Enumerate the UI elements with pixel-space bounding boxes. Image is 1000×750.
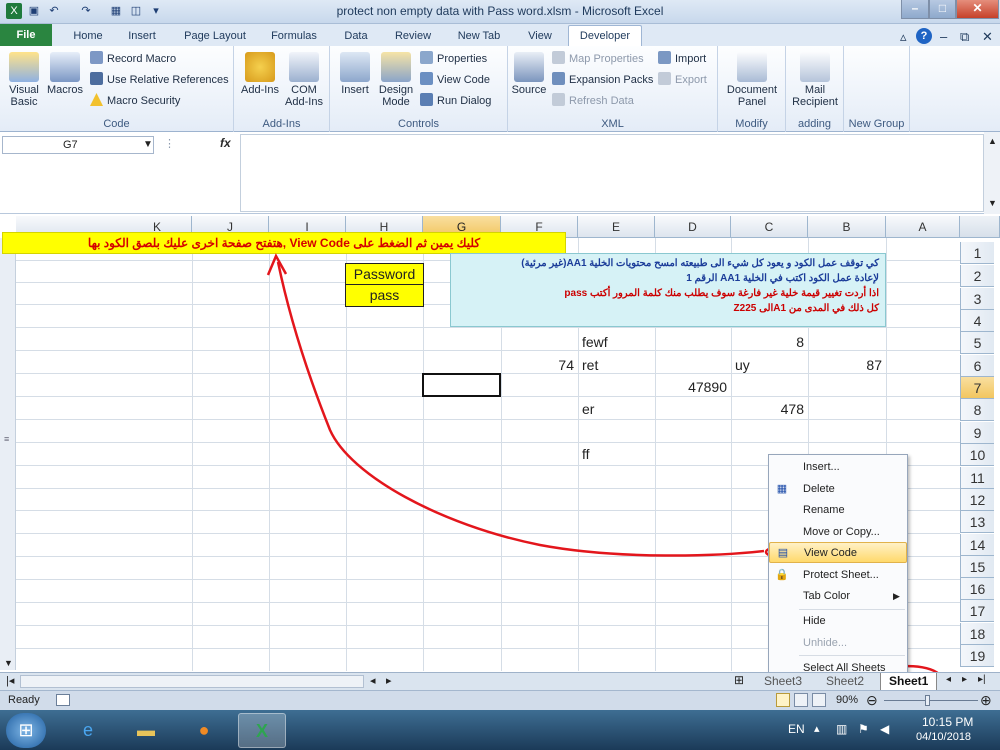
- menu-delete[interactable]: ▦ Delete: [769, 479, 907, 500]
- scroll-right-icon[interactable]: ▸: [386, 674, 392, 687]
- page-break-view-icon[interactable]: [812, 693, 826, 707]
- page-layout-view-icon[interactable]: [794, 693, 808, 707]
- menu-rename-label: Rename: [803, 504, 845, 516]
- annotation-arrow-line: [276, 261, 765, 557]
- clock-date[interactable]: 04/10/2018: [916, 731, 971, 743]
- first-sheet-icon[interactable]: |◂: [6, 674, 14, 687]
- clock-time[interactable]: 10:15 PM: [922, 715, 973, 729]
- windows-taskbar: ⊞ e ▬ ● X EN ▴ ▥ ⚑ ◀ 10:15 PM 04/10/2018: [0, 710, 1000, 750]
- annotation-arrowhead: [266, 253, 288, 276]
- horizontal-scrollbar[interactable]: [20, 675, 364, 688]
- submenu-arrow-icon: ▶: [893, 591, 900, 601]
- tray-expand-icon[interactable]: ▴: [814, 722, 820, 735]
- network-icon[interactable]: ▥: [836, 722, 847, 736]
- delete-sheet-icon: ▦: [776, 483, 788, 495]
- menu-move-copy[interactable]: Move or Copy...: [769, 522, 907, 543]
- view-code-icon: ▤: [777, 547, 789, 559]
- menu-insert[interactable]: Insert...: [769, 457, 907, 478]
- zoom-slider[interactable]: [884, 700, 978, 701]
- menu-unhide[interactable]: Unhide...: [769, 633, 907, 654]
- menu-hide-label: Hide: [803, 615, 826, 627]
- lock-icon: 🔒: [775, 569, 789, 581]
- status-ready: Ready: [8, 694, 40, 706]
- zoom-in-icon[interactable]: ⊕: [980, 691, 992, 710]
- menu-rename[interactable]: Rename: [769, 500, 907, 521]
- sheet-context-menu: Insert... ▦ Delete Rename Move or Copy...…: [768, 454, 908, 680]
- sheet-tab-sheet2[interactable]: Sheet2: [818, 673, 872, 691]
- sheet-tab-bar: |◂ ◂ ▸ ⊞ Sheet3 Sheet2 Sheet1 ◂ ▸ ▸|: [0, 672, 1000, 691]
- menu-move-copy-label: Move or Copy...: [803, 526, 880, 538]
- zoom-out-icon[interactable]: ⊖: [866, 691, 878, 710]
- menu-protect-sheet[interactable]: 🔒 Protect Sheet...: [769, 565, 907, 586]
- status-bar: Ready 90% ⊖ ⊕: [0, 690, 1000, 710]
- macro-record-icon[interactable]: [56, 694, 70, 706]
- last-sheet-icon[interactable]: ▸|: [978, 674, 986, 685]
- prev-sheet-icon[interactable]: ◂: [946, 674, 951, 685]
- menu-view-code[interactable]: ▤ View Code: [769, 542, 907, 563]
- file-explorer-icon[interactable]: ▬: [122, 713, 170, 748]
- firefox-icon[interactable]: ●: [180, 713, 228, 748]
- menu-insert-label: Insert...: [803, 461, 840, 473]
- next-sheet-icon[interactable]: ▸: [962, 674, 967, 685]
- menu-tab-color-label: Tab Color: [803, 590, 851, 602]
- insert-sheet-icon[interactable]: ⊞: [734, 673, 744, 687]
- windows-start-icon[interactable]: ⊞: [6, 713, 46, 748]
- menu-unhide-label: Unhide...: [803, 637, 848, 649]
- menu-hide[interactable]: Hide: [769, 611, 907, 632]
- menu-view-code-label: View Code: [804, 547, 857, 559]
- menu-tab-color[interactable]: Tab Color ▶: [769, 586, 907, 607]
- volume-icon[interactable]: ◀: [880, 722, 889, 736]
- scroll-left-icon[interactable]: ◂: [370, 674, 376, 687]
- menu-delete-label: Delete: [803, 483, 835, 495]
- internet-explorer-icon[interactable]: e: [64, 713, 112, 748]
- zoom-level[interactable]: 90%: [836, 691, 858, 710]
- normal-view-icon[interactable]: [776, 693, 790, 707]
- menu-protect-sheet-label: Protect Sheet...: [803, 569, 879, 581]
- language-indicator[interactable]: EN: [788, 722, 805, 736]
- excel-taskbar-icon[interactable]: X: [238, 713, 286, 748]
- sheet-tab-sheet3[interactable]: Sheet3: [756, 673, 810, 691]
- zoom-slider-thumb[interactable]: [925, 695, 930, 706]
- sheet-tab-sheet1[interactable]: Sheet1: [880, 673, 938, 691]
- action-center-icon[interactable]: ⚑: [858, 722, 869, 736]
